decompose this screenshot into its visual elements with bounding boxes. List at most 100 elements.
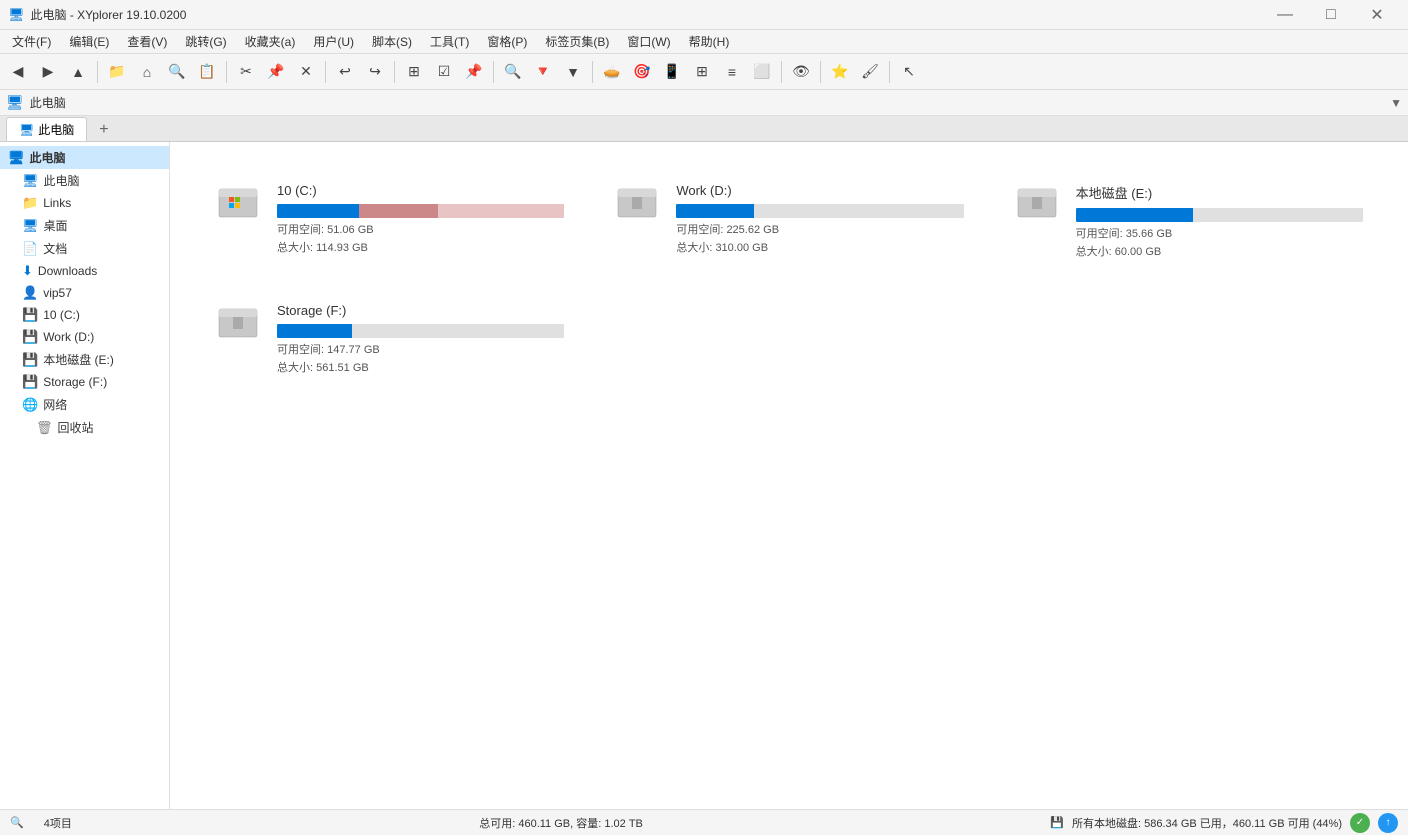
sidebar-icon-vip57: 👤 [22, 285, 38, 301]
toolbar-btn-copy[interactable]: 📋 [193, 58, 221, 86]
sidebar-label-desktop: 桌面 [44, 217, 68, 234]
toolbar-btn-panel[interactable]: ⬜ [748, 58, 776, 86]
drive-card-c-drive[interactable]: 10 (C:) 可用空间: 51.06 GB总大小: 114.93 GB [194, 166, 585, 278]
toolbar-btn-filter[interactable]: 🔻 [529, 58, 557, 86]
add-tab-button[interactable]: + [93, 119, 114, 141]
drive-card-d-drive[interactable]: Work (D:)可用空间: 225.62 GB总大小: 310.00 GB [593, 166, 984, 278]
sidebar-item-f-drive[interactable]: 💾Storage (F:) [0, 371, 169, 393]
maximize-button[interactable]: □ [1308, 0, 1354, 30]
drive-icon-c-drive [215, 183, 263, 223]
toolbar-btn-new-tab[interactable]: ⊞ [400, 58, 428, 86]
local-disk-icon: 💾 [1050, 816, 1064, 829]
sidebar-label-f-drive: Storage (F:) [43, 375, 107, 389]
toolbar-btn-android[interactable]: 📱 [658, 58, 686, 86]
address-dropdown[interactable]: ▼ [1390, 96, 1402, 110]
tab-this-pc[interactable]: 🖥 此电脑 [6, 117, 87, 141]
toolbar-separator [820, 61, 821, 83]
menu-item-文件f[interactable]: 文件(F) [4, 31, 59, 52]
status-ok-button[interactable]: ✓ [1350, 813, 1370, 833]
main-area: 🖥此电脑🖥此电脑📁Links🖥桌面📄文档⬇Downloads👤vip57💾10 … [0, 142, 1408, 809]
menu-item-窗口w[interactable]: 窗口(W) [619, 31, 678, 52]
drive-name-f-drive: Storage (F:) [277, 303, 564, 318]
sidebar-item-documents[interactable]: 📄文档 [0, 237, 169, 260]
menu-item-窗格p[interactable]: 窗格(P) [479, 31, 535, 52]
toolbar-btn-target[interactable]: 🎯 [628, 58, 656, 86]
sidebar-label-this-pc-header: 此电脑 [30, 149, 66, 166]
sidebar-item-recycle[interactable]: 🗑回收站 [0, 416, 169, 439]
tab-icon: 🖥 [19, 123, 34, 137]
sidebar-item-links[interactable]: 📁Links [0, 192, 169, 214]
drive-bar-bg-d-drive [676, 204, 963, 218]
sidebar-item-network[interactable]: 🌐网络 [0, 393, 169, 416]
menu-item-脚本s[interactable]: 脚本(S) [364, 31, 420, 52]
address-text[interactable]: 此电脑 [30, 94, 1384, 111]
toolbar-btn-paint[interactable]: 🖌 [856, 58, 884, 86]
menu-item-跳转g[interactable]: 跳转(G) [177, 31, 234, 52]
toolbar-btn-undo[interactable]: ↩ [331, 58, 359, 86]
toolbar-btn-up[interactable]: ▲ [64, 58, 92, 86]
drive-card-e-drive[interactable]: 本地磁盘 (E:)可用空间: 35.66 GB总大小: 60.00 GB [993, 166, 1384, 278]
sidebar-item-downloads[interactable]: ⬇Downloads [0, 260, 169, 282]
sidebar-item-desktop[interactable]: 🖥桌面 [0, 214, 169, 237]
toolbar-btn-paste[interactable]: 📌 [262, 58, 290, 86]
menu-bar: 文件(F)编辑(E)查看(V)跳转(G)收藏夹(a)用户(U)脚本(S)工具(T… [0, 30, 1408, 54]
toolbar-btn-find[interactable]: 🔍 [499, 58, 527, 86]
drive-name-c-drive: 10 (C:) [277, 183, 564, 198]
toolbar-btn-scan[interactable]: 🔍 [163, 58, 191, 86]
toolbar-btn-folder-new[interactable]: 📁 [103, 58, 131, 86]
sidebar-icon-c-drive: 💾 [22, 307, 38, 323]
toolbar-btn-grid2[interactable]: ≡ [718, 58, 746, 86]
drive-name-d-drive: Work (D:) [676, 183, 963, 198]
toolbar-btn-cut[interactable]: ✂ [232, 58, 260, 86]
sidebar-item-d-drive[interactable]: 💾Work (D:) [0, 326, 169, 348]
toolbar-btn-check[interactable]: ☑ [430, 58, 458, 86]
menu-item-编辑e[interactable]: 编辑(E) [61, 31, 117, 52]
sidebar-item-e-drive[interactable]: 💾本地磁盘 (E:) [0, 348, 169, 371]
toolbar-btn-cursor[interactable]: ↖ [895, 58, 923, 86]
sidebar-item-this-pc-header[interactable]: 🖥此电脑 [0, 146, 169, 169]
toolbar-separator [493, 61, 494, 83]
toolbar-separator [889, 61, 890, 83]
drive-card-f-drive[interactable]: Storage (F:)可用空间: 147.77 GB总大小: 561.51 G… [194, 286, 585, 394]
menu-item-收藏夹a[interactable]: 收藏夹(a) [237, 31, 304, 52]
toolbar-btn-home[interactable]: ⌂ [133, 58, 161, 86]
toolbar-separator [226, 61, 227, 83]
drive-info-d-drive: Work (D:)可用空间: 225.62 GB总大小: 310.00 GB [676, 183, 963, 257]
sidebar-item-this-pc[interactable]: 🖥此电脑 [0, 169, 169, 192]
toolbar-btn-pie[interactable]: 🥧 [598, 58, 626, 86]
toolbar: ◀▶▲📁⌂🔍📋✂📌✕↩↪⊞☑📌🔍🔻▼🥧🎯📱⊞≡⬜👁⭐🖌↖ [0, 54, 1408, 90]
close-button[interactable]: ✕ [1354, 0, 1400, 30]
drive-info-c-drive: 10 (C:) 可用空间: 51.06 GB总大小: 114.93 GB [277, 183, 564, 257]
menu-item-查看v[interactable]: 查看(V) [119, 31, 175, 52]
sidebar-icon-e-drive: 💾 [22, 352, 38, 368]
drive-bar-bg-f-drive [277, 324, 564, 338]
status-bar: 🔍 4项目 总可用: 460.11 GB, 容量: 1.02 TB 💾 所有本地… [0, 809, 1408, 835]
item-count: 4项目 [44, 815, 72, 831]
drive-icon-f-drive [215, 303, 263, 343]
sidebar-item-c-drive[interactable]: 💾10 (C:) [0, 304, 169, 326]
sidebar-icon-this-pc: 🖥 [22, 173, 39, 189]
sidebar-icon-network: 🌐 [22, 397, 38, 413]
toolbar-btn-pin[interactable]: 📌 [460, 58, 488, 86]
toolbar-separator [592, 61, 593, 83]
toolbar-btn-back[interactable]: ◀ [4, 58, 32, 86]
toolbar-btn-delete[interactable]: ✕ [292, 58, 320, 86]
toolbar-btn-preview[interactable]: 👁 [787, 58, 815, 86]
minimize-button[interactable]: — [1262, 0, 1308, 30]
status-action-button[interactable]: ↑ [1378, 813, 1398, 833]
toolbar-btn-filter2[interactable]: ▼ [559, 58, 587, 86]
status-search-icon[interactable]: 🔍 [10, 816, 24, 829]
address-icon: 🖥 [6, 94, 24, 111]
toolbar-btn-grid[interactable]: ⊞ [688, 58, 716, 86]
toolbar-btn-redo[interactable]: ↪ [361, 58, 389, 86]
drive-stat-c-drive: 可用空间: 51.06 GB总大小: 114.93 GB [277, 222, 564, 257]
menu-item-标签页集b[interactable]: 标签页集(B) [537, 31, 617, 52]
menu-item-用户u[interactable]: 用户(U) [305, 31, 362, 52]
menu-item-帮助h[interactable]: 帮助(H) [681, 31, 738, 52]
drives-grid: 10 (C:) 可用空间: 51.06 GB总大小: 114.93 GB Work … [190, 162, 1388, 398]
toolbar-btn-star[interactable]: ⭐ [826, 58, 854, 86]
toolbar-btn-forward[interactable]: ▶ [34, 58, 62, 86]
menu-item-工具t[interactable]: 工具(T) [422, 31, 477, 52]
sidebar-item-vip57[interactable]: 👤vip57 [0, 282, 169, 304]
local-disk-info: 所有本地磁盘: 586.34 GB 已用，460.11 GB 可用 (44%) [1072, 815, 1342, 831]
